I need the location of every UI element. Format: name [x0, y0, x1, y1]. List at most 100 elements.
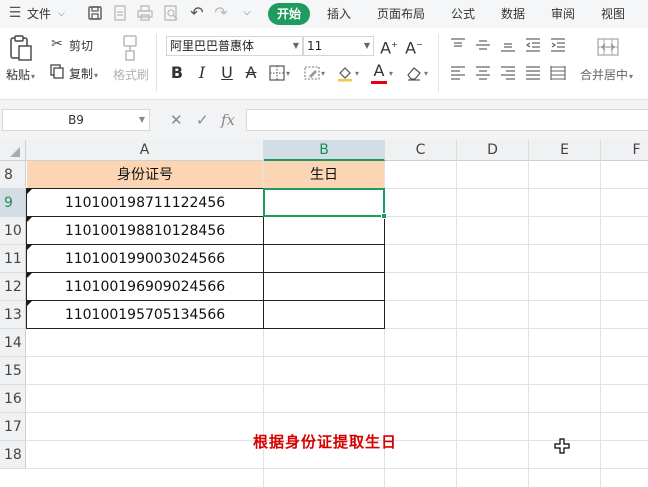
decrease-indent-icon[interactable]: [524, 36, 542, 54]
id-cell[interactable]: 110100196909024566: [27, 273, 263, 301]
borders-dropdown-icon[interactable]: ▾: [286, 69, 290, 78]
font-color-icon[interactable]: A: [370, 62, 388, 80]
id-cell[interactable]: 110100198711122456: [27, 189, 263, 217]
column-header-b[interactable]: B: [264, 140, 385, 161]
font-size-select[interactable]: 11 ▼: [303, 36, 374, 56]
align-middle-icon[interactable]: [474, 36, 492, 54]
select-all-corner[interactable]: [0, 140, 26, 161]
copy-icon[interactable]: [49, 63, 65, 79]
cell-style-dropdown-icon[interactable]: ▾: [321, 69, 325, 78]
format-painter-button[interactable]: 格式刷: [113, 66, 149, 83]
file-menu-chevron-icon[interactable]: ⌵: [58, 4, 65, 24]
row-header-11[interactable]: 11: [0, 245, 26, 273]
row-header-15[interactable]: 15: [0, 357, 26, 385]
align-bottom-icon[interactable]: [499, 36, 517, 54]
align-top-icon[interactable]: [449, 36, 467, 54]
redo-icon[interactable]: ↷: [212, 4, 230, 22]
formula-controls: ✕ ✓ fx: [150, 109, 245, 131]
id-cell[interactable]: 110100199003024566: [27, 245, 263, 273]
column-header-a[interactable]: A: [26, 140, 264, 161]
undo-icon[interactable]: ↶: [188, 4, 206, 22]
row-header-8[interactable]: 8: [0, 161, 26, 189]
font-color-dropdown-icon[interactable]: ▾: [389, 69, 393, 78]
increase-font-size-icon[interactable]: A+: [380, 36, 398, 57]
export-pdf-icon[interactable]: [111, 4, 129, 22]
fill-color-icon[interactable]: [336, 64, 354, 82]
scissors-icon[interactable]: ✂: [49, 36, 65, 52]
hamburger-icon[interactable]: ☰: [6, 4, 24, 22]
cut-button[interactable]: 剪切: [69, 37, 93, 54]
cancel-icon[interactable]: ✕: [170, 109, 183, 131]
row-header-13[interactable]: 13: [0, 301, 26, 329]
customize-toolbar-chevron-icon[interactable]: ⌵: [238, 4, 256, 22]
gridline: [26, 384, 648, 385]
file-menu[interactable]: 文件: [27, 4, 51, 24]
copy-dropdown-icon: ▾: [94, 71, 99, 80]
align-center-icon[interactable]: [474, 64, 492, 82]
column-header-d[interactable]: D: [457, 140, 529, 161]
italic-icon[interactable]: I: [193, 64, 211, 82]
id-cell[interactable]: 110100198810128456: [27, 217, 263, 245]
column-header-c[interactable]: C: [385, 140, 457, 161]
tab-review[interactable]: 审阅: [551, 4, 575, 24]
header-cell-id[interactable]: 身份证号: [27, 161, 263, 189]
id-cell[interactable]: 110100195705134566: [27, 301, 263, 329]
ribbon-toolbar: 粘贴▾ ✂ 剪切 复制▾ 格式刷 阿里巴巴普惠体 ▼ 11 ▼ A+ A− B …: [0, 28, 648, 100]
row-header-9[interactable]: 9: [0, 189, 26, 217]
cell-style-icon[interactable]: [303, 64, 321, 82]
birthday-cell[interactable]: [264, 217, 384, 245]
birthday-cell[interactable]: [264, 273, 384, 301]
ribbon-divider: [438, 34, 439, 92]
birthday-cell[interactable]: [264, 301, 384, 329]
active-cell-selection[interactable]: [263, 188, 385, 217]
paste-dropdown-icon: ▾: [31, 72, 36, 81]
tab-view[interactable]: 视图: [601, 4, 625, 24]
birthday-cell[interactable]: [264, 245, 384, 273]
formula-input[interactable]: [246, 109, 648, 131]
tab-page-layout[interactable]: 页面布局: [377, 4, 425, 24]
confirm-icon[interactable]: ✓: [196, 109, 209, 131]
tab-formulas[interactable]: 公式: [451, 4, 475, 24]
row-header-14[interactable]: 14: [0, 329, 26, 357]
merge-center-button[interactable]: 合并居中▾: [580, 66, 633, 83]
strikethrough-icon[interactable]: A: [242, 64, 260, 82]
copy-button[interactable]: 复制▾: [69, 65, 98, 82]
distributed-align-icon[interactable]: [549, 64, 567, 82]
clear-format-dropdown-icon[interactable]: ▾: [424, 69, 428, 78]
decrease-font-size-icon[interactable]: A−: [405, 36, 423, 57]
format-painter-icon[interactable]: [118, 34, 142, 62]
row-header-17[interactable]: 17: [0, 413, 26, 441]
column-header-f[interactable]: F: [601, 140, 648, 161]
tab-data[interactable]: 数据: [501, 4, 525, 24]
justify-icon[interactable]: [524, 64, 542, 82]
header-cell-birthday[interactable]: 生日: [264, 161, 384, 189]
underline-icon[interactable]: U: [218, 64, 236, 82]
clear-format-icon[interactable]: [405, 64, 423, 82]
name-box[interactable]: B9 ▼: [2, 109, 150, 131]
paste-icon[interactable]: [8, 34, 34, 62]
increase-indent-icon[interactable]: [549, 36, 567, 54]
paste-label: 粘贴: [6, 68, 31, 82]
paste-button[interactable]: 粘贴▾: [6, 66, 35, 83]
borders-icon[interactable]: [268, 64, 286, 82]
fill-color-dropdown-icon[interactable]: ▾: [355, 69, 359, 78]
save-icon[interactable]: [86, 4, 104, 22]
print-preview-icon[interactable]: [162, 4, 180, 22]
font-name-select[interactable]: 阿里巴巴普惠体 ▼: [166, 36, 303, 56]
spreadsheet-grid: A B C D E F 8 9 10 11 12 13 14 15 16 17 …: [0, 140, 648, 487]
tab-start[interactable]: 开始: [268, 3, 310, 25]
align-left-icon[interactable]: [449, 64, 467, 82]
print-icon[interactable]: [136, 4, 154, 22]
align-right-icon[interactable]: [499, 64, 517, 82]
row-header-18[interactable]: 18: [0, 441, 26, 469]
merge-center-icon[interactable]: [596, 36, 620, 58]
column-header-e[interactable]: E: [529, 140, 601, 161]
fill-handle[interactable]: [381, 213, 387, 219]
tab-insert[interactable]: 插入: [327, 4, 351, 24]
bold-icon[interactable]: B: [168, 64, 186, 82]
text-number-indicator-icon: [27, 217, 32, 222]
row-header-16[interactable]: 16: [0, 385, 26, 413]
row-header-12[interactable]: 12: [0, 273, 26, 301]
insert-function-icon[interactable]: fx: [221, 109, 235, 131]
row-header-10[interactable]: 10: [0, 217, 26, 245]
